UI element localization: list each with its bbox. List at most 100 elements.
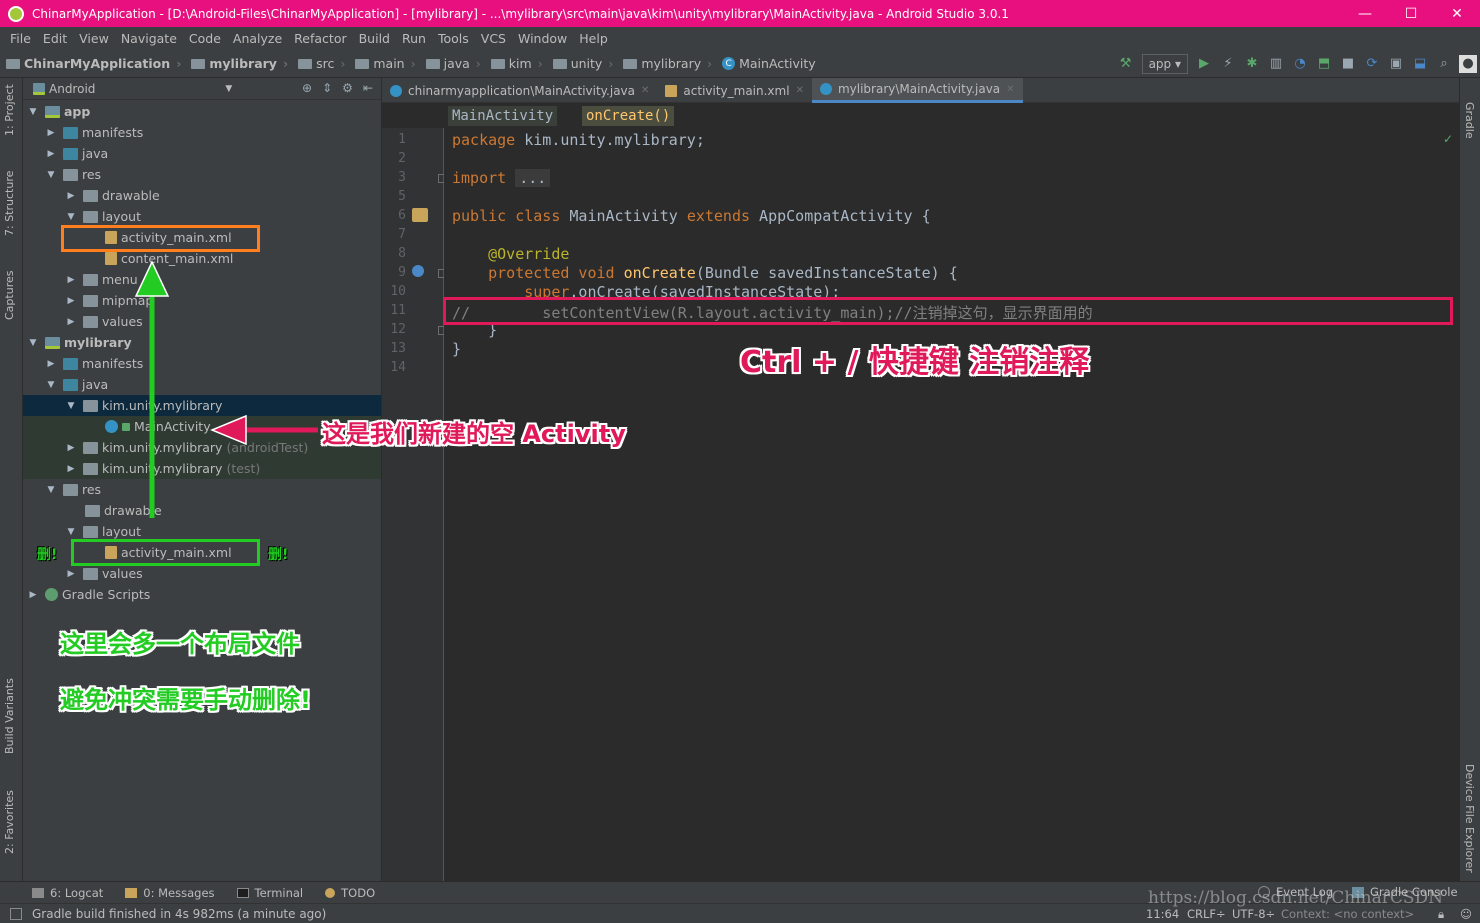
close-button[interactable]: ✕ [1434, 0, 1480, 27]
tool-tab-gradle[interactable]: Gradle [1463, 102, 1476, 139]
context-indicator[interactable]: Context: <no context> [1281, 907, 1414, 921]
expand-arrow-icon[interactable]: ▼ [65, 527, 77, 537]
collapse-arrow-icon[interactable]: ▶ [27, 590, 39, 600]
collapse-arrow-icon[interactable]: ▶ [65, 296, 77, 306]
status-message[interactable]: Gradle build finished in 4s 982ms (a min… [32, 907, 326, 921]
menu-run[interactable]: Run [396, 31, 432, 46]
nav-crumb-java[interactable]: java › [420, 56, 481, 71]
expand-arrow-icon[interactable]: ▼ [27, 107, 39, 117]
nav-crumb-module[interactable]: mylibrary › [185, 56, 288, 71]
collapse-arrow-icon[interactable]: ▶ [65, 317, 77, 327]
collapse-arrow-icon[interactable]: ▶ [65, 464, 77, 474]
tree-item-lib-res[interactable]: ▼ res [23, 479, 381, 500]
tree-item-mylibrary[interactable]: ▼ mylibrary [23, 332, 381, 353]
tree-item-values[interactable]: ▶ values [23, 311, 381, 332]
maximize-button[interactable]: ☐ [1388, 0, 1434, 27]
tab-app-mainactivity[interactable]: chinarmyapplication\MainActivity.java ✕ [382, 78, 657, 103]
expand-arrow-icon[interactable]: ▼ [45, 380, 57, 390]
menu-window[interactable]: Window [512, 31, 573, 46]
minimize-button[interactable]: — [1342, 0, 1388, 27]
avd-manager-icon[interactable]: ▣ [1387, 55, 1405, 73]
tool-button-logcat[interactable]: 6: Logcat [32, 886, 103, 900]
chevron-down-icon[interactable]: ▼ [225, 84, 232, 94]
code-editor[interactable]: package kim.unity.mylibrary; import ... … [444, 128, 1459, 881]
lock-icon[interactable]: 🔒︎ [1438, 907, 1444, 922]
menu-code[interactable]: Code [183, 31, 227, 46]
tree-item-lib-manifests[interactable]: ▶ manifests [23, 353, 381, 374]
menu-view[interactable]: View [73, 31, 115, 46]
tool-button-terminal[interactable]: Terminal [236, 886, 303, 900]
collapse-arrow-icon[interactable]: ▶ [65, 275, 77, 285]
tree-item-lib-java[interactable]: ▼ java [23, 374, 381, 395]
tool-button-messages[interactable]: 0: Messages [125, 886, 215, 900]
tool-tab-device-file-explorer[interactable]: Device File Explorer [1463, 764, 1476, 873]
apply-changes-icon[interactable]: ⚡ [1219, 55, 1237, 73]
tree-item-menu[interactable]: ▶ menu [23, 269, 381, 290]
tool-tab-favorites[interactable]: 2: Favorites [3, 790, 16, 854]
collapse-arrow-icon[interactable]: ▶ [65, 191, 77, 201]
collapse-arrow-icon[interactable]: ▶ [65, 443, 77, 453]
tree-item-java[interactable]: ▶ java [23, 143, 381, 164]
tool-tab-structure[interactable]: 7: Structure [3, 171, 16, 236]
search-icon[interactable]: ⌕ [1435, 55, 1453, 73]
run-config-select[interactable]: app ▾ [1141, 53, 1188, 74]
nav-crumb-src[interactable]: src › [292, 56, 345, 71]
menu-navigate[interactable]: Navigate [115, 31, 183, 46]
tree-item-drawable[interactable]: ▶ drawable [23, 185, 381, 206]
class-gutter-icon[interactable] [412, 208, 428, 222]
nav-crumb-kim[interactable]: kim › [485, 56, 543, 71]
tree-item-app[interactable]: ▼ app [23, 101, 381, 122]
nav-crumb-unity[interactable]: unity › [547, 56, 613, 71]
collapse-arrow-icon[interactable]: ▶ [45, 359, 57, 369]
tree-item-manifests[interactable]: ▶ manifests [23, 122, 381, 143]
nav-crumb-main[interactable]: main › [349, 56, 416, 71]
collapse-arrow-icon[interactable]: ▶ [45, 128, 57, 138]
run-icon[interactable]: ▶ [1195, 55, 1213, 73]
inspector-icon[interactable]: ☺︎ [1460, 907, 1472, 921]
expand-arrow-icon[interactable]: ▼ [65, 401, 77, 411]
tool-tab-project[interactable]: 1: Project [3, 84, 16, 136]
stop-icon[interactable]: ■ [1339, 55, 1357, 73]
close-icon[interactable]: ✕ [1006, 84, 1014, 95]
tree-item-mipmap[interactable]: ▶ mipmap [23, 290, 381, 311]
folded-imports[interactable]: ... [515, 169, 551, 187]
nav-crumb-project[interactable]: ChinarMyApplication › [0, 56, 181, 71]
nav-crumb-mylibrary[interactable]: mylibrary › [617, 56, 712, 71]
tab-activity-main-xml[interactable]: activity_main.xml ✕ [657, 78, 812, 103]
tool-tab-build-variants[interactable]: Build Variants [3, 678, 16, 754]
menu-analyze[interactable]: Analyze [227, 31, 288, 46]
file-encoding[interactable]: UTF-8÷ [1232, 907, 1275, 921]
coverage-icon[interactable]: ▥ [1267, 55, 1285, 73]
sync-gradle-icon[interactable]: ⟳ [1363, 55, 1381, 73]
tree-item-package-test[interactable]: ▶ kim.unity.mylibrary (test) [23, 458, 381, 479]
tool-button-todo[interactable]: TODO [325, 886, 375, 900]
tree-item-package-main[interactable]: ▼ kim.unity.mylibrary [23, 395, 381, 416]
gear-icon[interactable]: ⚙ [342, 81, 353, 95]
tree-item-layout[interactable]: ▼ layout [23, 206, 381, 227]
toggle-tool-windows-icon[interactable] [10, 908, 22, 920]
tree-item-gradle-scripts[interactable]: ▶ Gradle Scripts [23, 584, 381, 605]
menu-vcs[interactable]: VCS [475, 31, 512, 46]
nav-crumb-mainactivity[interactable]: C MainActivity [716, 56, 816, 71]
expand-arrow-icon[interactable]: ▼ [45, 170, 57, 180]
collapse-arrow-icon[interactable]: ▶ [45, 149, 57, 159]
tool-tab-captures[interactable]: Captures [3, 271, 16, 320]
tree-item-lib-values[interactable]: ▶ values [23, 563, 381, 584]
menu-help[interactable]: Help [573, 31, 614, 46]
user-icon[interactable]: ● [1459, 54, 1477, 73]
expand-arrow-icon[interactable]: ▼ [45, 485, 57, 495]
debug-icon[interactable]: ✱ [1243, 55, 1261, 73]
menu-file[interactable]: File [4, 31, 37, 46]
close-icon[interactable]: ✕ [641, 85, 649, 96]
make-project-icon[interactable]: ⚒ [1117, 55, 1135, 73]
attach-debugger-icon[interactable]: ⬒ [1315, 55, 1333, 73]
tree-item-res[interactable]: ▼ res [23, 164, 381, 185]
menu-tools[interactable]: Tools [432, 31, 475, 46]
menu-edit[interactable]: Edit [37, 31, 73, 46]
breadcrumb-method[interactable]: onCreate() [582, 106, 675, 126]
close-icon[interactable]: ✕ [796, 85, 804, 96]
collapse-all-icon[interactable]: ⇕ [322, 81, 332, 95]
breadcrumb-class[interactable]: MainActivity [448, 106, 558, 126]
collapse-arrow-icon[interactable]: ▶ [65, 569, 77, 579]
menu-refactor[interactable]: Refactor [288, 31, 352, 46]
